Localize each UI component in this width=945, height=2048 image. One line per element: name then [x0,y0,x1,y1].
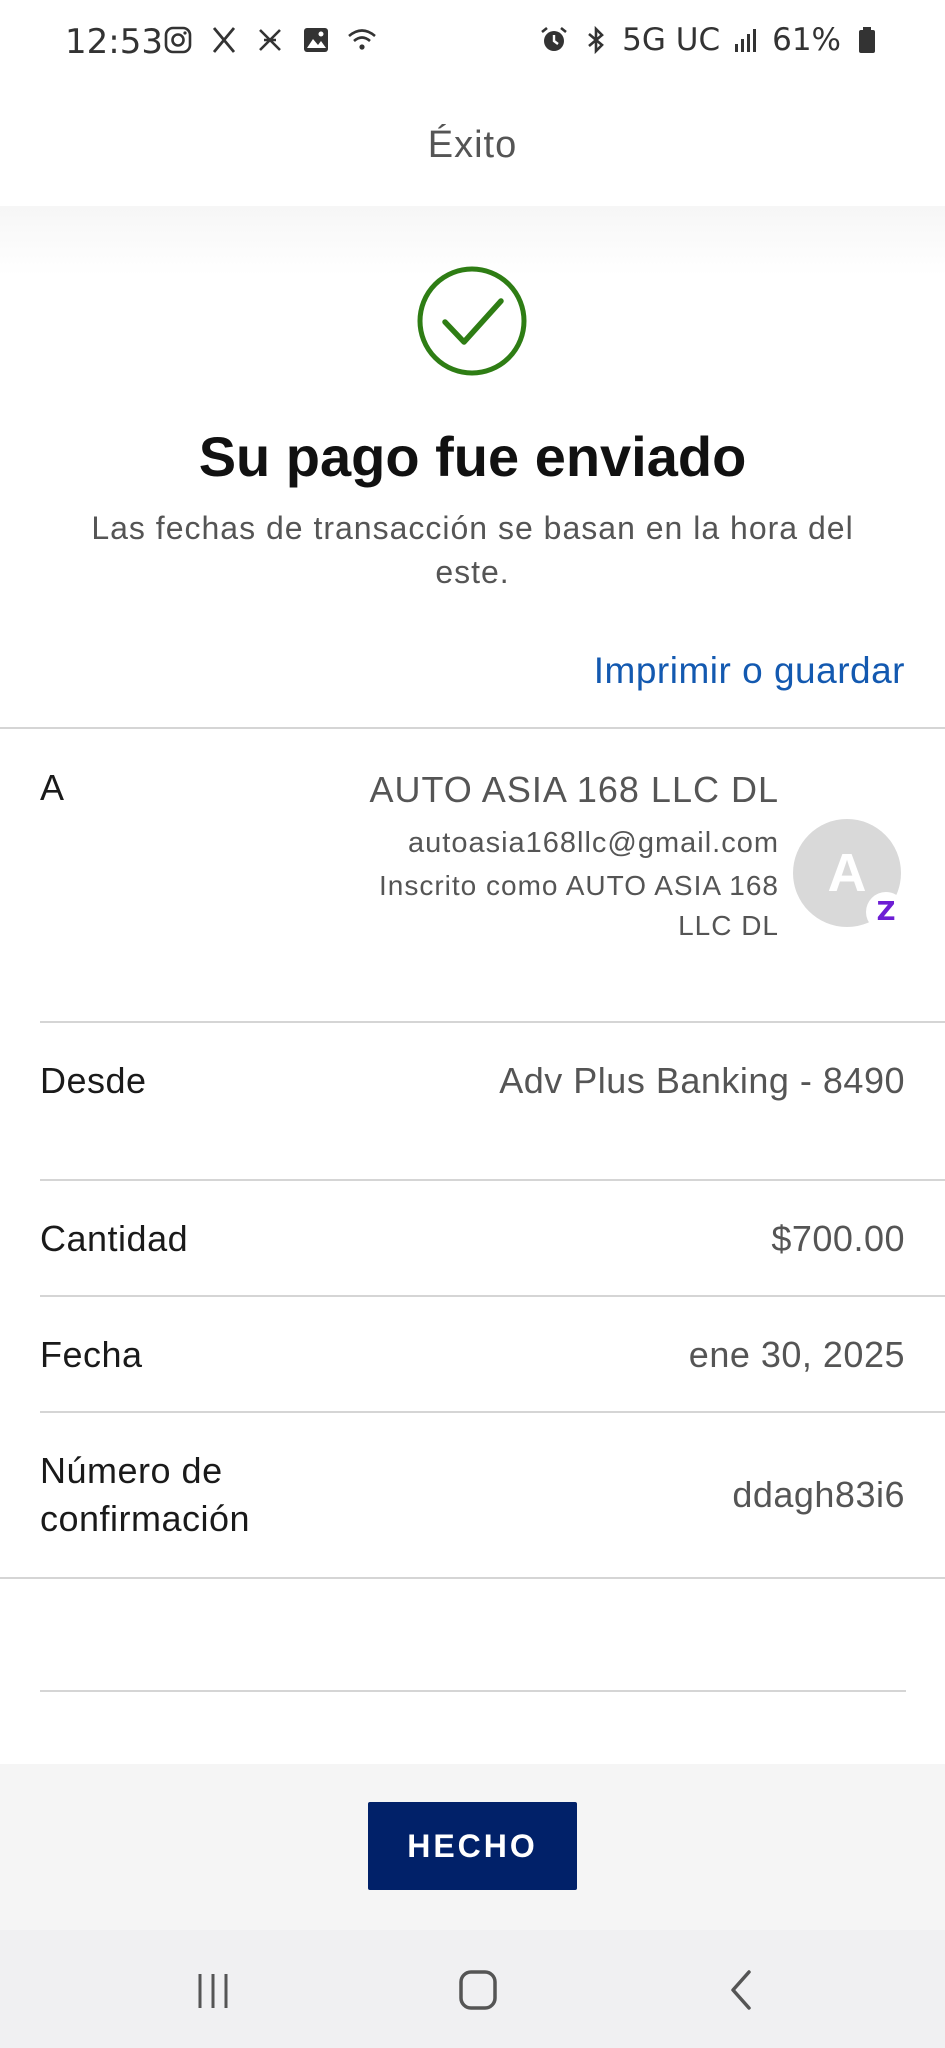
date-label: Fecha [40,1334,143,1375]
app-header: Éxito [0,84,945,206]
network-type: 5G UC [622,22,721,58]
divider [40,1411,945,1413]
page-title: Éxito [427,123,518,166]
from-label: Desde [40,1060,147,1101]
battery-icon [851,24,883,56]
from-account: Adv Plus Banking - 8490 [499,1060,905,1101]
confirmation-value: ddagh83i6 [732,1474,905,1515]
zelle-icon: Z [866,892,906,932]
gallery-icon [300,24,332,56]
alarm-icon [538,24,570,56]
recipient-name: AUTO ASIA 168 LLC DL [369,769,779,810]
system-nav-bar [0,1930,945,2048]
checkmark-icon [417,266,527,376]
success-panel: Su pago fue enviado Las fechas de transa… [0,206,945,726]
divider [40,1690,906,1692]
bluetooth-icon [580,24,612,56]
instagram-icon [162,24,194,56]
home-icon[interactable] [448,1966,508,2016]
to-label: A [40,767,65,808]
recent-apps-icon[interactable] [183,1966,243,2016]
status-time: 12:53 [65,22,163,62]
sparkle-icon [254,24,286,56]
success-title: Su pago fue enviado [198,425,747,488]
avatar-letter: A [827,843,867,903]
status-right-icons: 5G UC 61% [538,22,883,58]
recipient-details: AUTO ASIA 168 LLC DL autoasia168llc@gmai… [359,764,779,946]
date-value: ene 30, 2025 [688,1334,905,1375]
battery-percent: 61% [772,22,841,58]
divider [40,1021,945,1023]
status-left-icons [162,24,378,56]
status-bar: 12:53 5G UC 61% [0,0,945,84]
back-icon[interactable] [712,1966,772,2016]
recipient-enrolled-as: Inscrito como AUTO ASIA 168 LLC DL [379,870,779,941]
recipient-email: autoasia168llc@gmail.com [408,827,779,859]
confirmation-label: Número de confirmación [40,1450,251,1539]
divider [40,1295,945,1297]
divider [40,1179,945,1181]
amount-value: $700.00 [771,1218,905,1259]
amount-label: Cantidad [40,1218,189,1259]
divider [0,727,945,729]
footer: HECHO [0,1764,945,1930]
done-button[interactable]: HECHO [368,1802,577,1890]
x-icon [208,24,240,56]
success-subtitle: Las fechas de transacción se basan en la… [91,510,854,590]
divider [0,1577,945,1579]
wifi-icon [346,24,378,56]
print-or-save-link[interactable]: Imprimir o guardar [594,650,905,692]
signal-icon [730,24,762,56]
zelle-badge-letter: Z [876,897,896,927]
